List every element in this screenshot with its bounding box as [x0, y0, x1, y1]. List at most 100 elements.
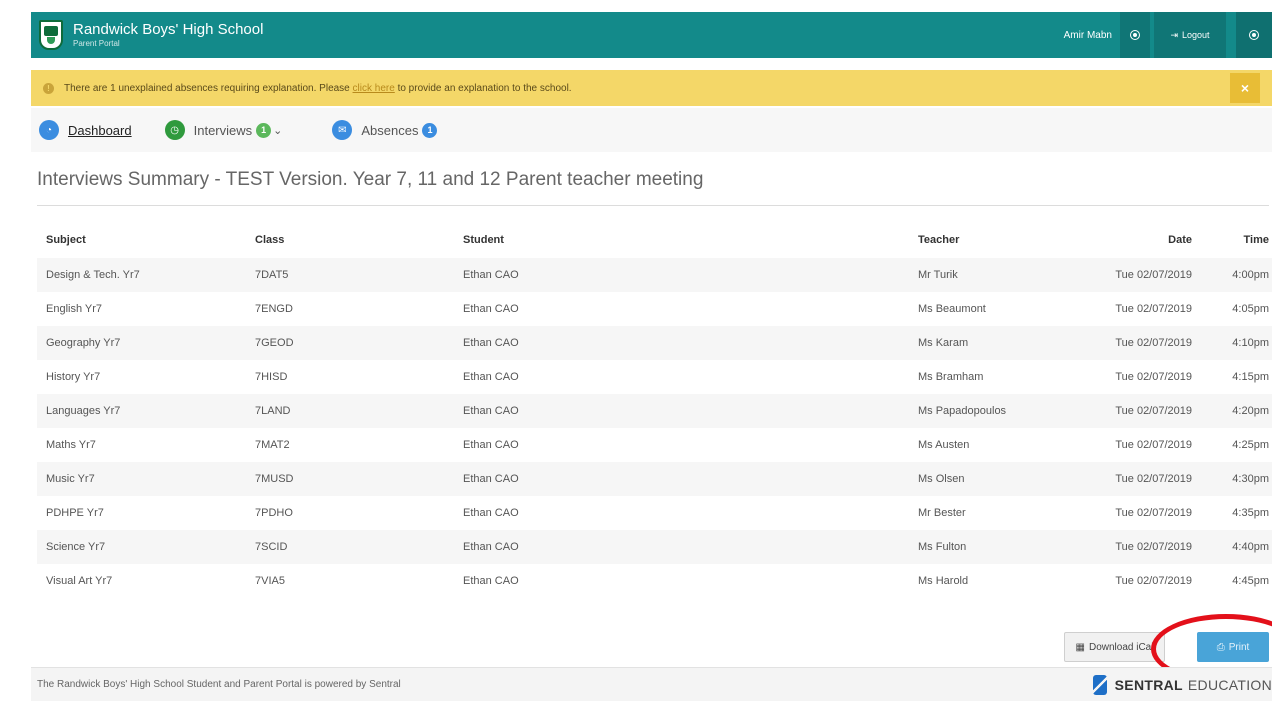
time-cell: 4:15pm — [1232, 371, 1269, 383]
subject-cell: Visual Art Yr7 — [46, 575, 113, 587]
footer-text: The Randwick Boys' High School Student a… — [37, 679, 401, 690]
teacher-cell: Mr Bester — [918, 507, 966, 519]
user-menu: Amir Mabn ⇥ Logout — [1064, 12, 1272, 58]
dashboard-icon: ◔ — [39, 120, 59, 140]
class-cell: 7LAND — [255, 405, 291, 417]
calendar-icon: ▦ — [1075, 641, 1085, 653]
time-cell: 4:20pm — [1232, 405, 1269, 417]
subject-cell: Design & Tech. Yr7 — [46, 269, 140, 281]
teacher-cell: Ms Karam — [918, 337, 969, 349]
subject-cell: Maths Yr7 — [46, 439, 96, 451]
student-cell: Ethan CAO — [463, 303, 519, 315]
print-button[interactable]: ⎙ Print — [1197, 632, 1269, 662]
settings-button[interactable] — [1120, 12, 1150, 58]
download-ical-button[interactable]: ▦ Download iCal — [1064, 632, 1165, 662]
student-cell: Ethan CAO — [463, 575, 519, 587]
student-cell: Ethan CAO — [463, 473, 519, 485]
time-cell: 4:45pm — [1232, 575, 1269, 587]
class-cell: 7VIA5 — [255, 575, 285, 587]
class-cell: 7MAT2 — [255, 439, 290, 451]
col-time: Time — [1243, 233, 1269, 246]
teacher-cell: Ms Beaumont — [918, 303, 986, 315]
student-cell: Ethan CAO — [463, 337, 519, 349]
teacher-cell: Ms Papadopoulos — [918, 405, 1007, 417]
table-row: Languages Yr7 7LAND Ethan CAO Ms Papadopoul… — [37, 394, 1272, 428]
subject-cell: English Yr7 — [46, 303, 103, 315]
date-cell: Tue 02/07/2019 — [1115, 269, 1192, 281]
date-cell: Tue 02/07/2019 — [1115, 405, 1192, 417]
close-icon: × — [1240, 80, 1250, 96]
class-cell: 7HISD — [255, 371, 288, 383]
table-row: Visual Art Yr7 7VIA5 Ethan CAO Ms Harold Tue… — [37, 564, 1272, 598]
alert-text-before: There are 1 unexplained absences requiri… — [64, 82, 350, 94]
col-student: Student — [463, 233, 504, 246]
date-cell: Tue 02/07/2019 — [1115, 507, 1192, 519]
table-row: Maths Yr7 7MAT2 Ethan CAO Ms Austen Tue 02/0… — [37, 428, 1272, 462]
sentral-logo-light: EDUCATION — [1187, 677, 1272, 693]
absences-icon: ✉ — [332, 120, 353, 140]
portal-name: Parent Portal — [73, 39, 120, 48]
school-name: Randwick Boys' High School — [73, 21, 264, 38]
table-header-row: Subject Class Student Teacher Date Time — [37, 221, 1272, 258]
col-subject: Subject — [46, 233, 86, 246]
date-cell: Tue 02/07/2019 — [1115, 371, 1192, 383]
time-cell: 4:30pm — [1232, 473, 1269, 485]
page-title: Interviews Summary - TEST Version. Year … — [37, 169, 704, 190]
student-cell: Ethan CAO — [463, 371, 519, 383]
alert-text-after: to provide an explanation to the school. — [397, 82, 572, 94]
subject-cell: PDHPE Yr7 — [46, 507, 104, 519]
table-row: Geography Yr7 7GEOD Ethan CAO Ms Karam Tue 0… — [37, 326, 1272, 360]
print-label: Print — [1228, 641, 1250, 653]
date-cell: Tue 02/07/2019 — [1115, 575, 1192, 587]
clock-icon: ◷ — [164, 120, 185, 140]
school-crest-logo — [39, 20, 63, 50]
sentral-logo-bold: SENTRAL — [1114, 677, 1183, 693]
subject-cell: Music Yr7 — [46, 473, 95, 485]
table-row: PDHPE Yr7 7PDHO Ethan CAO Mr Bester Tue 02/0… — [37, 496, 1272, 530]
question-icon — [1250, 31, 1258, 39]
logout-icon: ⇥ — [1170, 29, 1178, 40]
help-button[interactable] — [1236, 12, 1272, 58]
teacher-cell: Ms Bramham — [918, 371, 984, 383]
user-name[interactable]: Amir Mabn — [1064, 30, 1112, 41]
subject-cell: Languages Yr7 — [46, 405, 121, 417]
class-cell: 7PDHO — [255, 507, 293, 519]
brand[interactable]: Randwick Boys' High School Parent Portal — [73, 22, 263, 48]
interviews-count-badge: 1 — [256, 122, 272, 138]
tab-dashboard-label: Dashboard — [68, 122, 132, 138]
student-cell: Ethan CAO — [463, 405, 519, 417]
col-date: Date — [1168, 233, 1192, 246]
chevron-down-icon: ⌄ — [273, 124, 283, 137]
table-row: Science Yr7 7SCID Ethan CAO Ms Fulton Tue 02… — [37, 530, 1272, 564]
teacher-cell: Ms Harold — [918, 575, 969, 587]
time-cell: 4:05pm — [1232, 303, 1269, 315]
date-cell: Tue 02/07/2019 — [1115, 541, 1192, 553]
top-navbar: Randwick Boys' High School Parent Portal… — [31, 12, 1272, 58]
tab-absences[interactable]: ✉ Absences 1 — [332, 108, 438, 152]
alert-link[interactable]: click here — [353, 83, 395, 94]
time-cell: 4:40pm — [1232, 541, 1269, 553]
teacher-cell: Ms Fulton — [918, 541, 967, 553]
download-ical-label: Download iCal — [1088, 641, 1154, 653]
class-cell: 7MUSD — [255, 473, 294, 485]
class-cell: 7DAT5 — [255, 269, 289, 281]
absences-count-badge: 1 — [422, 122, 438, 138]
tab-dashboard[interactable]: ◔ Dashboard — [39, 108, 132, 152]
sentral-logo: SENTRAL EDUCATION — [1092, 675, 1272, 695]
subject-cell: Science Yr7 — [46, 541, 106, 553]
sentral-s-icon — [1092, 675, 1107, 695]
date-cell: Tue 02/07/2019 — [1115, 337, 1192, 349]
alert-close-button[interactable]: × — [1230, 73, 1260, 103]
time-cell: 4:25pm — [1232, 439, 1269, 451]
student-cell: Ethan CAO — [463, 439, 519, 451]
info-icon: ! — [43, 82, 54, 94]
col-teacher: Teacher — [918, 233, 960, 246]
tab-interviews-label: Interviews — [193, 122, 253, 138]
absence-alert: ! There are 1 unexplained absences requi… — [31, 70, 1272, 106]
table-row: Music Yr7 7MUSD Ethan CAO Ms Olsen Tue 02/07… — [37, 462, 1272, 496]
date-cell: Tue 02/07/2019 — [1115, 439, 1192, 451]
time-cell: 4:00pm — [1232, 269, 1269, 281]
logout-button[interactable]: ⇥ Logout — [1154, 12, 1226, 58]
tab-interviews[interactable]: ◷ Interviews 1 ⌄ — [164, 108, 283, 152]
class-cell: 7ENGD — [255, 303, 293, 315]
